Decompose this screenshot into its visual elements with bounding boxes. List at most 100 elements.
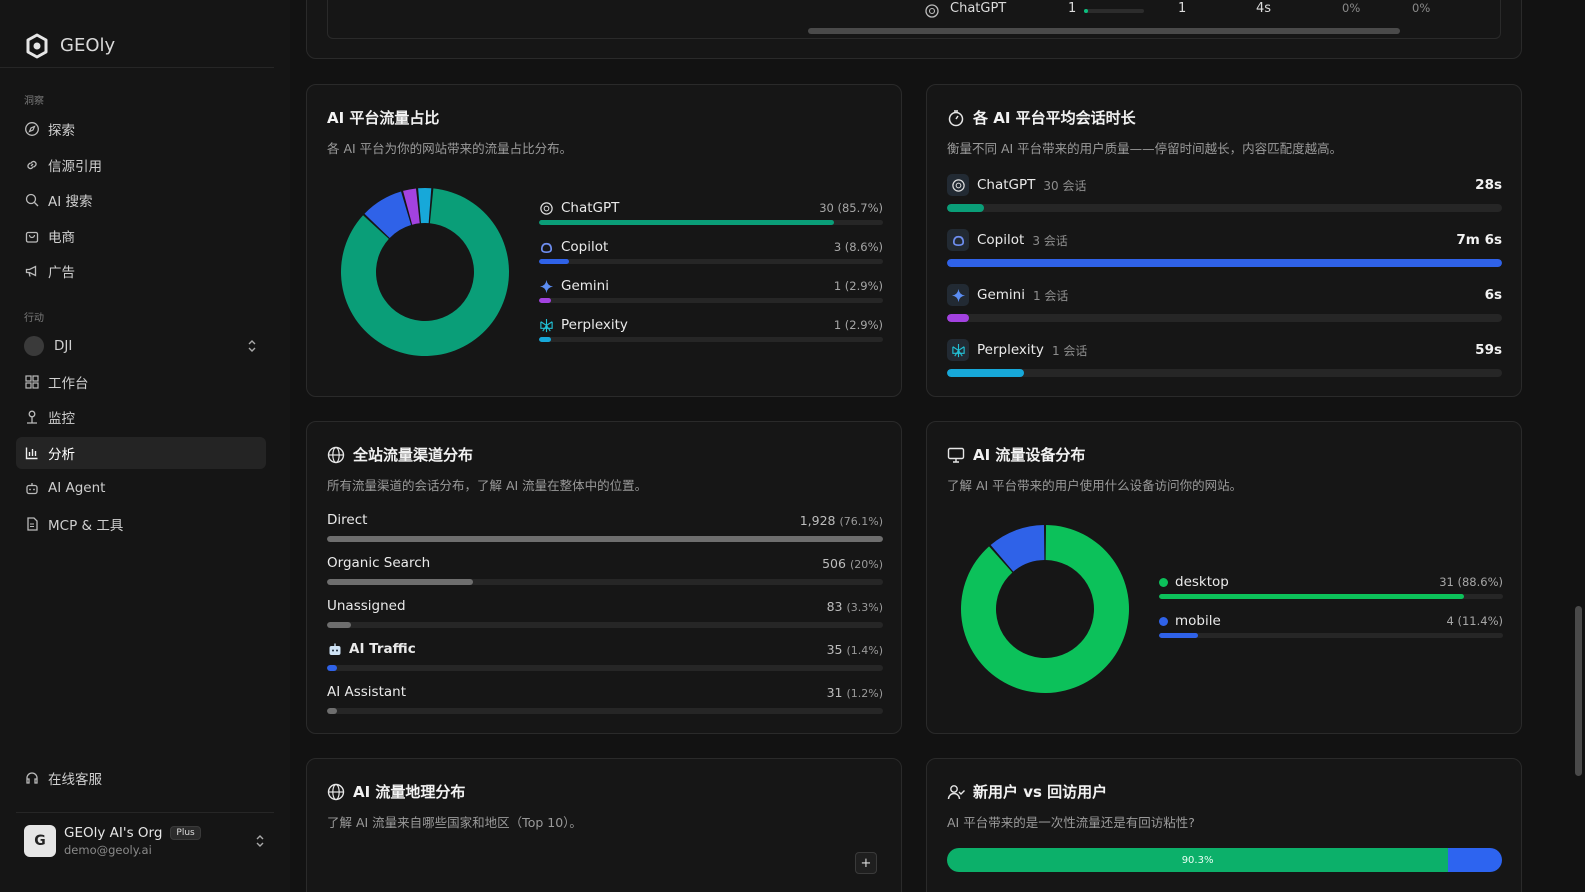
sidebar-item-megaphone[interactable]: 广告: [16, 255, 266, 287]
headset-icon: [26, 772, 38, 784]
channel-count: 31: [826, 684, 847, 700]
table-cell: 1: [1068, 1, 1077, 16]
geo-distribution-card: AI 流量地理分布 了解 AI 流量来自哪些国家和地区（Top 10）。 +: [306, 758, 902, 892]
copilot-icon: [540, 242, 553, 253]
robot-icon: [329, 643, 341, 655]
channel-value: 506 (20%): [822, 556, 883, 571]
legend-dot: [1159, 616, 1168, 626]
channel-percent: (1.2%): [846, 686, 883, 700]
channel-count: 1,928: [799, 512, 840, 528]
map-zoom-in-button[interactable]: +: [855, 852, 877, 874]
legend-label: mobile: [1175, 613, 1221, 629]
legend-dot: [1159, 577, 1168, 587]
brand-name: GEOly: [60, 35, 116, 56]
legend-item[interactable]: desktop 31 (88.6%): [1159, 572, 1503, 599]
card-title: 新用户 vs 回访用户: [973, 783, 1108, 801]
table-cell-platform: ChatGPT: [950, 1, 1007, 16]
legend-bar-fill: [1159, 594, 1464, 599]
channel-name: Organic Search: [327, 555, 431, 571]
legend-label: Copilot: [561, 239, 609, 255]
vertical-scrollbar[interactable]: [1575, 606, 1582, 776]
sidebar-item-label: AI 搜索: [48, 194, 93, 210]
duration-row: Perplexity 1 会话 59s: [947, 338, 1502, 377]
org-switcher[interactable]: G GEOly AI's Org Plus demo@geoly.ai: [16, 812, 274, 857]
duration-bar: [947, 259, 1502, 267]
channel-row: Direct 1,928 (76.1%): [327, 510, 883, 542]
new-vs-returning-card: 新用户 vs 回访用户 AI 平台带来的是一次性流量还是有回访粘性? 90.3%: [926, 758, 1522, 892]
channel-count: 83: [826, 598, 847, 614]
platform-icon-wrap: [947, 174, 969, 196]
channel-percent: (20%): [849, 557, 883, 571]
workspace-avatar: [24, 336, 44, 356]
platform-name: Copilot: [977, 232, 1025, 248]
device-distribution-card: AI 流量设备分布 了解 AI 平台带来的用户使用什么设备访问你的网站。 des…: [926, 421, 1522, 734]
channel-bar-fill: [327, 622, 351, 628]
legend-item[interactable]: ChatGPT 30 (85.7%): [539, 198, 883, 225]
sidebar-item-label: 在线客服: [48, 772, 102, 788]
channel-distribution-card: 全站流量渠道分布 所有流量渠道的会话分布，了解 AI 流量在整体中的位置。 Di…: [306, 421, 902, 734]
channel-bar-fill: [327, 665, 337, 671]
sidebar-item-file[interactable]: MCP & 工具: [16, 508, 266, 540]
legend-item[interactable]: mobile 4 (11.4%): [1159, 611, 1503, 638]
channel-value: 31 (1.2%): [827, 685, 883, 700]
sidebar-item-bar-chart[interactable]: 分析: [16, 436, 266, 469]
section-label-actions: 行动: [24, 313, 44, 324]
legend-label: Gemini: [561, 278, 609, 294]
duration-value: 6s: [1484, 287, 1502, 303]
perplexity-icon: [540, 318, 553, 332]
desktop-monitor-icon: [947, 447, 965, 463]
duration-bar-fill: [947, 204, 984, 212]
workspace-name: DJI: [54, 338, 73, 354]
table-cell: 0%: [1412, 1, 1431, 15]
chevron-up-down-icon: [248, 340, 256, 352]
sidebar-item-search[interactable]: AI 搜索: [16, 184, 266, 216]
legend-item[interactable]: Perplexity 1 (2.9%): [539, 315, 883, 342]
legend-bar-fill: [539, 298, 552, 303]
legend-item[interactable]: Gemini 1 (2.9%): [539, 276, 883, 303]
table-cell: 1: [1178, 1, 1187, 16]
workspace-switcher[interactable]: DJI: [16, 330, 266, 362]
table-row: ChatGPT 1 1 4s 0% 0%: [328, 1, 1500, 23]
link-icon: [27, 160, 37, 169]
channel-percent: (1.4%): [846, 643, 883, 657]
card-title: 全站流量渠道分布: [353, 446, 474, 464]
platform-icon-wrap: [947, 339, 969, 361]
duration-row: Gemini 1 会话 6s: [947, 283, 1502, 322]
duration-bar-fill: [947, 369, 1025, 377]
copilot-icon: [952, 235, 964, 246]
channel-value: 35 (1.4%): [827, 642, 883, 657]
legend-value: 3 (8.6%): [833, 240, 883, 254]
sidebar-item-dashboard[interactable]: 工作台: [16, 366, 266, 398]
monitor-icon: [27, 410, 37, 424]
sidebar-item-link[interactable]: 信源引用: [16, 149, 266, 181]
card-subtitle: 各 AI 平台为你的网站带来的流量占比分布。: [327, 141, 573, 156]
bar-chart-icon: [25, 447, 38, 459]
sidebar-item-monitor[interactable]: 监控: [16, 401, 266, 433]
table-cell: 4s: [1256, 1, 1272, 16]
globe-icon: [327, 446, 345, 463]
duration-row: Copilot 3 会话 7m 6s: [947, 228, 1502, 267]
section-label-insights: 洞察: [24, 96, 44, 107]
legend-bar: [1159, 633, 1503, 638]
sidebar-item-shopping-bag[interactable]: 电商: [16, 220, 266, 252]
channel-row: AI Assistant 31 (1.2%): [327, 682, 883, 714]
sidebar-item-robot[interactable]: AI Agent: [16, 472, 266, 504]
channel-value: 83 (3.3%): [827, 599, 883, 614]
duration-value: 28s: [1475, 177, 1502, 193]
sidebar-item-compass[interactable]: 探索: [16, 113, 266, 145]
donut-slice-desktop[interactable]: [961, 525, 1129, 693]
legend-bar-fill: [539, 259, 569, 264]
legend-value: 30 (85.7%): [819, 201, 883, 215]
sidebar-item-support[interactable]: 在线客服: [16, 762, 266, 794]
duration-bar: [947, 369, 1502, 377]
brand[interactable]: GEOly: [0, 0, 274, 68]
card-title: AI 流量设备分布: [973, 446, 1086, 464]
horizontal-scrollbar[interactable]: [808, 28, 1400, 34]
platform-share-card: AI 平台流量占比 各 AI 平台为你的网站带来的流量占比分布。 ChatGPT…: [306, 84, 902, 397]
channel-count: 35: [826, 641, 847, 657]
session-count: 1 会话: [1051, 343, 1088, 358]
legend-item[interactable]: Copilot 3 (8.6%): [539, 237, 883, 264]
channel-bar: [327, 708, 883, 714]
duration-row: ChatGPT 30 会话 28s: [947, 173, 1502, 212]
table-mini-bar: [1084, 9, 1144, 13]
